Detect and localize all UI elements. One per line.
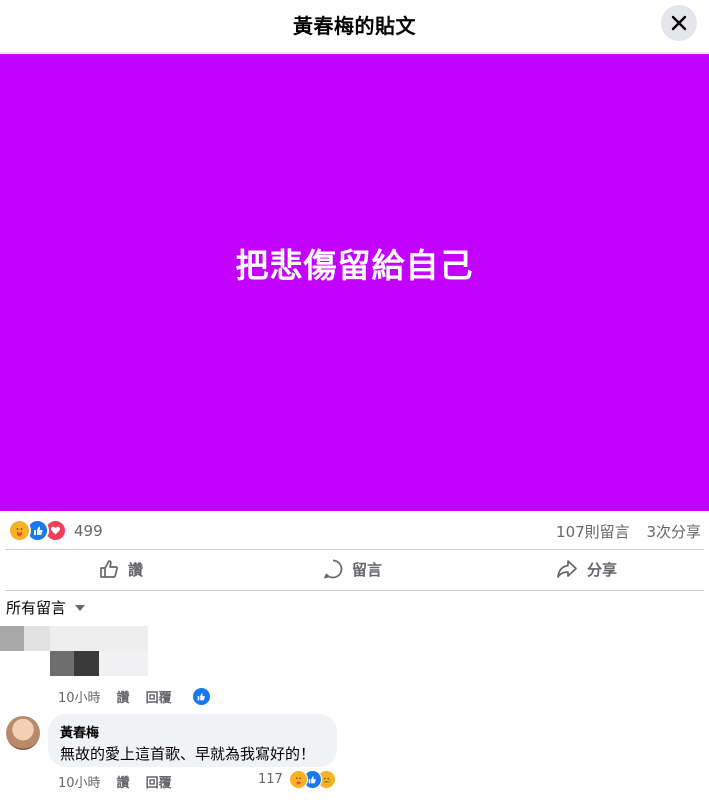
redacted-avatar	[0, 626, 24, 651]
thumbs-up-icon	[100, 560, 118, 578]
close-icon	[671, 15, 687, 31]
share-button[interactable]: 分享	[555, 558, 617, 580]
comment-author[interactable]: 黃春梅	[60, 722, 325, 741]
comment-meta: 10小時 讚 回覆	[58, 772, 188, 791]
divider	[5, 590, 704, 591]
care-icon	[288, 770, 308, 789]
close-button[interactable]	[661, 5, 697, 41]
like-label: 讚	[128, 560, 144, 579]
redacted-block	[99, 651, 148, 676]
comment-reaction-count: 117	[258, 772, 283, 787]
redacted-block	[50, 626, 148, 651]
comment-icon	[324, 559, 343, 579]
comment-count[interactable]: 107則留言	[556, 523, 630, 541]
comment-reply-button[interactable]: 回覆	[146, 772, 172, 791]
comment-bubble: 黃春梅 無故的愛上這首歌、早就為我寫好的！	[48, 714, 337, 767]
comment-text: 無故的愛上這首歌、早就為我寫好的！	[60, 745, 316, 763]
comment-sort-dropdown[interactable]: 所有留言	[6, 597, 86, 618]
post-counts: 107則留言 3次分享	[544, 521, 701, 542]
comment-sort-label: 所有留言	[6, 599, 67, 617]
comment-button[interactable]: 留言	[322, 558, 382, 580]
post-actions: 讚 留言 分享	[0, 550, 709, 590]
reaction-count: 499	[74, 521, 103, 540]
post-dialog-header: 黃春梅的貼文	[0, 0, 709, 53]
post-text: 把悲傷留給自己	[235, 245, 474, 285]
redacted-block	[74, 651, 99, 676]
share-count[interactable]: 3次分享	[646, 523, 701, 541]
comment-time[interactable]: 10小時	[58, 772, 101, 791]
post-stats: 499 107則留言 3次分享	[0, 511, 709, 549]
redacted-block	[24, 651, 50, 676]
comment-reactions[interactable]: 117	[258, 770, 336, 789]
reaction-summary[interactable]: 499	[8, 519, 103, 542]
avatar[interactable]	[6, 716, 40, 750]
comment-like-button[interactable]: 讚	[117, 772, 130, 791]
care-icon	[8, 519, 31, 542]
comment-time[interactable]: 10小時	[58, 687, 101, 706]
like-icon[interactable]	[191, 687, 211, 706]
comment-reply-button[interactable]: 回覆	[146, 687, 172, 706]
share-icon	[557, 560, 577, 578]
redacted-block	[50, 651, 74, 676]
post-text-background[interactable]: 把悲傷留給自己	[0, 54, 709, 511]
dialog-title: 黃春梅的貼文	[293, 14, 416, 38]
comment-label: 留言	[352, 560, 383, 579]
like-button[interactable]: 讚	[98, 558, 143, 580]
comment-like-button[interactable]: 讚	[117, 687, 130, 706]
redacted-block	[24, 626, 50, 651]
share-label: 分享	[587, 560, 618, 579]
caret-down-icon	[75, 604, 86, 611]
comment-meta: 10小時 讚 回覆	[58, 687, 227, 706]
